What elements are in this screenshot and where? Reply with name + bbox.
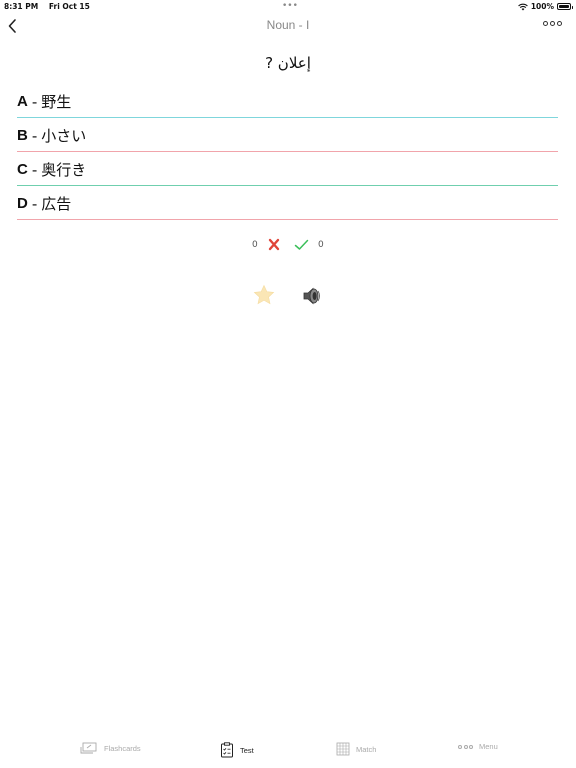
favorite-button[interactable]: [253, 284, 275, 306]
more-dots-icon: [458, 744, 473, 749]
menu-dot: [463, 744, 468, 749]
grid-icon: [336, 742, 350, 756]
action-row: [0, 284, 576, 310]
tab-bar: Flashcards Test Match Menu: [0, 734, 576, 768]
battery-percent: 100%: [530, 2, 554, 11]
answer-option-c[interactable]: C - 奥行き: [17, 152, 558, 186]
menu-dot: [469, 744, 473, 749]
speaker-icon: [303, 287, 320, 305]
flashcards-icon: [80, 742, 97, 754]
tab-match[interactable]: Match: [336, 742, 376, 756]
option-letter: D: [17, 195, 28, 212]
checkmark-icon: [294, 239, 309, 250]
menu-dot: [458, 744, 462, 749]
option-separator: -: [31, 160, 38, 179]
more-dot: [557, 21, 562, 26]
option-text: 野生: [41, 93, 72, 111]
multitasking-dots-icon[interactable]: •••: [282, 1, 298, 11]
option-letter: C: [17, 161, 28, 178]
wrong-count: 0: [252, 240, 258, 250]
option-text: 奥行き: [41, 161, 87, 179]
x-icon: [268, 238, 280, 251]
tab-menu[interactable]: Menu: [458, 742, 498, 751]
more-dot: [550, 21, 555, 26]
question-text: إعلان ?: [265, 54, 311, 72]
option-text: 小さい: [41, 127, 87, 145]
tab-match-label: Match: [356, 744, 377, 754]
speak-button[interactable]: [301, 286, 323, 306]
option-separator: -: [31, 194, 38, 213]
answer-option-b[interactable]: B - 小さい: [17, 118, 558, 152]
option-letter: A: [17, 93, 28, 110]
status-time: 8:31 PM: [4, 2, 39, 11]
status-date: Fri Oct 15: [48, 2, 90, 11]
option-text: 広告: [41, 195, 72, 213]
star-icon: [253, 284, 275, 305]
option-separator: -: [31, 92, 38, 111]
tab-flashcards[interactable]: Flashcards: [80, 742, 141, 754]
answer-option-a[interactable]: A - 野生: [17, 84, 558, 118]
tab-test[interactable]: Test: [220, 742, 254, 758]
tab-menu-label: Menu: [479, 742, 498, 751]
answer-options: A - 野生 B - 小さい C - 奥行き D - 広告: [17, 84, 558, 220]
tab-test-label: Test: [240, 745, 254, 755]
right-count: 0: [318, 240, 324, 250]
nav-bar: Noun - I: [0, 14, 576, 38]
status-bar: 8:31 PM Fri Oct 15 ••• 100%: [0, 0, 576, 14]
answer-option-d[interactable]: D - 広告: [17, 186, 558, 220]
score-row: 0 0: [0, 234, 576, 256]
battery-fill: [559, 5, 569, 8]
tab-flashcards-label: Flashcards: [104, 743, 141, 753]
status-indicators: 100%: [518, 2, 573, 11]
option-separator: -: [31, 126, 38, 145]
battery-icon: [557, 3, 573, 10]
status-time-date: 8:31 PM Fri Oct 15: [4, 2, 98, 11]
option-letter: B: [17, 127, 28, 144]
wifi-icon: [518, 3, 528, 10]
more-options-button[interactable]: [543, 21, 562, 26]
more-dots-icon: [543, 21, 548, 26]
clipboard-icon: [221, 742, 233, 758]
page-title: Noun - I: [266, 18, 310, 32]
